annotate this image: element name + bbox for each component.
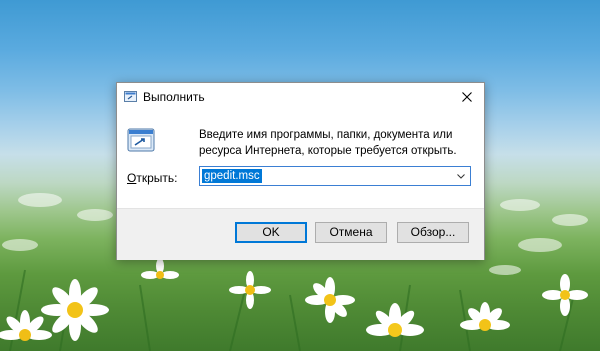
combo-dropdown-button[interactable]: [452, 167, 470, 185]
cancel-button[interactable]: Отмена: [315, 222, 387, 243]
dialog-body: Введите имя программы, папки, документа …: [117, 111, 484, 212]
dialog-title: Выполнить: [143, 90, 205, 104]
run-dialog: Выполнить Введите имя программы, папки, …: [116, 82, 485, 260]
title-bar[interactable]: Выполнить: [117, 83, 484, 111]
run-app-icon: [124, 91, 137, 102]
browse-button[interactable]: Обзор...: [397, 222, 469, 243]
ok-button[interactable]: OK: [235, 222, 307, 243]
close-button[interactable]: [450, 83, 484, 111]
button-bar: OK Отмена Обзор...: [117, 208, 484, 260]
run-app-icon: [127, 128, 155, 152]
chevron-down-icon: [457, 174, 465, 179]
open-label-text: ткрыть:: [136, 171, 178, 185]
open-combobox[interactable]: gpedit.msc: [199, 166, 471, 186]
open-label-accelerator: О: [127, 171, 137, 185]
close-icon: [462, 92, 472, 102]
dialog-description: Введите имя программы, папки, документа …: [199, 129, 457, 157]
open-input[interactable]: gpedit.msc: [202, 169, 262, 183]
open-label: Открыть:: [127, 171, 177, 185]
